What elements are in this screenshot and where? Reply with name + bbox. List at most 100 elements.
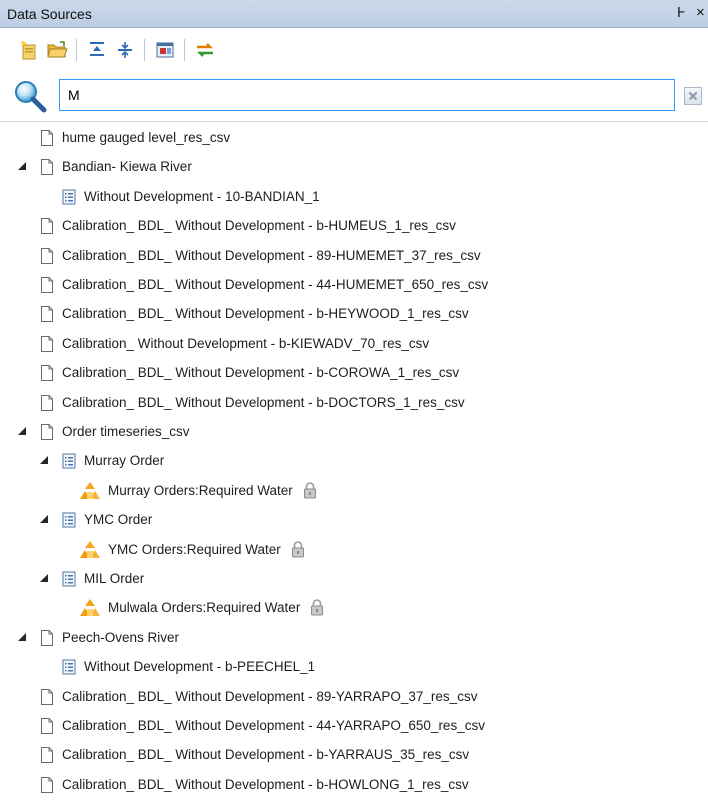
list-icon <box>60 511 78 529</box>
tree-item-label: Murray Order <box>84 453 165 469</box>
order-shapes-icon <box>78 481 102 501</box>
search-bar <box>0 72 708 118</box>
document-icon <box>38 129 56 147</box>
tree-item-label: Calibration_ BDL_ Without Development - … <box>62 747 470 763</box>
tree-item[interactable]: Calibration_ BDL_ Without Development - … <box>0 799 708 803</box>
tree-item[interactable]: Calibration_ BDL_ Without Development - … <box>0 740 708 770</box>
window-properties-icon[interactable] <box>154 39 176 61</box>
document-icon <box>38 629 56 647</box>
close-icon[interactable]: × <box>696 4 705 21</box>
toolbar-separator <box>184 39 185 61</box>
tree-item[interactable]: Murray Orders:Required Water <box>0 476 708 506</box>
document-icon <box>38 746 56 764</box>
tree-item[interactable]: Without Development - b-PEECHEL_1 <box>0 652 708 682</box>
tree-item-label: hume gauged level_res_csv <box>62 130 231 145</box>
tree-item-label: YMC Orders:Required Water <box>108 541 281 557</box>
document-icon <box>38 158 56 176</box>
document-icon <box>38 217 56 235</box>
list-icon <box>60 570 78 588</box>
refresh-swap-icon[interactable] <box>194 39 216 61</box>
clear-search-button[interactable] <box>684 87 702 105</box>
expander-icon[interactable] <box>40 456 48 465</box>
document-icon <box>38 305 56 323</box>
tree-item-label: Calibration_ BDL_ Without Development - … <box>62 306 469 322</box>
tree-item-label: Calibration_ BDL_ Without Development - … <box>62 247 481 263</box>
document-icon <box>38 364 56 382</box>
expander-icon[interactable] <box>40 574 48 582</box>
panel-titlebar[interactable]: Data Sources Ͱ × <box>0 0 708 28</box>
list-icon <box>60 452 78 470</box>
order-shapes-icon <box>78 540 102 560</box>
tree-item[interactable]: MIL Order <box>0 564 708 594</box>
tree-item-label: Bandian- Kiewa River <box>62 159 192 175</box>
document-icon <box>38 247 56 265</box>
document-icon <box>38 688 56 706</box>
tree-item-label: Murray Orders:Required Water <box>108 482 293 498</box>
list-icon <box>60 658 78 676</box>
tree-item[interactable]: Calibration_ BDL_ Without Development - … <box>0 270 708 300</box>
order-shapes-icon <box>78 598 102 618</box>
expand-all-icon[interactable] <box>86 39 108 61</box>
tree-item[interactable]: hume gauged level_res_csv <box>0 123 708 153</box>
open-folder-icon[interactable] <box>46 39 68 61</box>
document-icon <box>38 335 56 353</box>
expander-icon[interactable] <box>18 632 26 641</box>
tree-item-label: Calibration_ BDL_ Without Development - … <box>62 688 478 704</box>
panel-title: Data Sources <box>7 6 92 22</box>
expander-icon[interactable] <box>40 515 48 524</box>
collapse-all-icon[interactable] <box>114 39 136 61</box>
tree-item-label: MIL Order <box>84 571 145 586</box>
tree-item[interactable]: Calibration_ BDL_ Without Development - … <box>0 711 708 741</box>
tree-item[interactable]: Calibration_ BDL_ Without Development - … <box>0 358 708 388</box>
toolbar-separator <box>144 39 145 61</box>
toolbar-separator <box>76 39 77 61</box>
tree-item[interactable]: Calibration_ BDL_ Without Development - … <box>0 388 708 418</box>
tree-item-label: Calibration_ Without Development - b-KIE… <box>62 335 430 351</box>
tree-item[interactable]: YMC Order <box>0 505 708 535</box>
tree-item-label: Calibration_ BDL_ Without Development - … <box>62 718 485 733</box>
tree-item[interactable]: Calibration_ BDL_ Without Development - … <box>0 241 708 271</box>
tree-item-label: Calibration_ BDL_ Without Development - … <box>62 394 465 410</box>
tree-item[interactable]: Bandian- Kiewa River <box>0 152 708 182</box>
new-data-source-icon[interactable] <box>18 39 40 61</box>
tree-item[interactable]: Peech-Ovens River <box>0 623 708 653</box>
data-source-tree: hume gauged level_res_csv Bandian- Kiewa … <box>0 123 708 803</box>
tree-item[interactable]: YMC Orders:Required Water <box>0 535 708 565</box>
tree-item-label: Peech-Ovens River <box>62 629 180 645</box>
lock-icon <box>303 481 317 499</box>
list-icon <box>60 188 78 206</box>
data-sources-panel: Data Sources Ͱ × M hume gauged level_res… <box>0 0 708 803</box>
expander-icon[interactable] <box>18 427 26 435</box>
expander-icon[interactable] <box>18 162 26 171</box>
tree-item[interactable]: Calibration_ BDL_ Without Development - … <box>0 682 708 712</box>
toolbar <box>0 28 708 72</box>
tree-item-label: Calibration_ BDL_ Without Development - … <box>62 365 460 381</box>
document-icon <box>38 394 56 412</box>
document-icon <box>38 276 56 294</box>
tree-item-label: YMC Order <box>84 512 153 528</box>
tree-item-label: Order timeseries_csv <box>62 424 190 439</box>
lock-icon <box>310 598 324 616</box>
tree-item[interactable]: Murray Order <box>0 446 708 476</box>
tree-item[interactable]: Calibration_ Without Development - b-KIE… <box>0 329 708 359</box>
tree-item[interactable]: Calibration_ BDL_ Without Development - … <box>0 299 708 329</box>
document-icon <box>38 776 56 794</box>
tree-item[interactable]: Calibration_ BDL_ Without Development - … <box>0 770 708 800</box>
tree-item[interactable]: Mulwala Orders:Required Water <box>0 593 708 623</box>
pin-icon[interactable]: Ͱ <box>677 5 686 21</box>
tree-item[interactable]: Calibration_ BDL_ Without Development - … <box>0 211 708 241</box>
tree-item-label: Calibration_ BDL_ Without Development - … <box>62 277 489 292</box>
document-icon <box>38 717 56 735</box>
document-icon <box>38 423 56 441</box>
tree-item-label: Without Development - b-PEECHEL_1 <box>84 659 316 675</box>
divider <box>0 121 708 122</box>
tree-item[interactable]: Order timeseries_csv <box>0 417 708 447</box>
tree-item-label: Without Development - 10-BANDIAN_1 <box>84 188 320 204</box>
tree-item[interactable]: Without Development - 10-BANDIAN_1 <box>0 182 708 212</box>
search-icon <box>12 79 48 113</box>
tree-item-label: Mulwala Orders:Required Water <box>108 600 301 616</box>
tree-item-label: Calibration_ BDL_ Without Development - … <box>62 776 469 792</box>
tree-item-label: Calibration_ BDL_ Without Development - … <box>62 218 456 234</box>
lock-icon <box>291 540 305 558</box>
search-input[interactable] <box>59 79 675 111</box>
